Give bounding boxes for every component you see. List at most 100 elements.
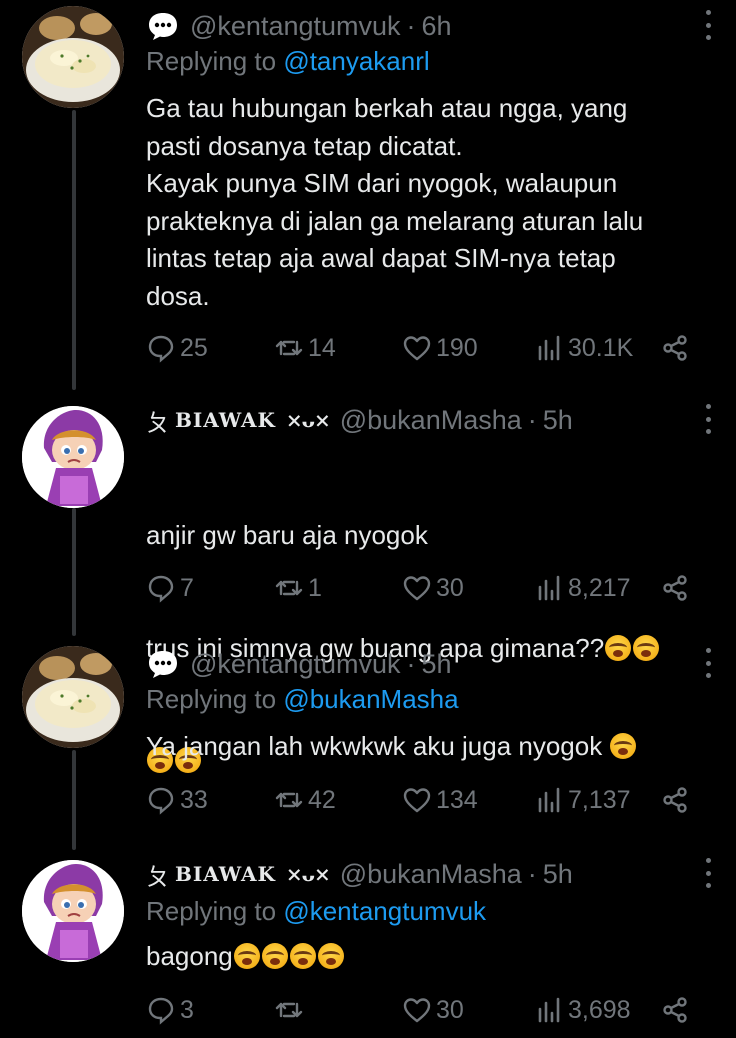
like-count: 30 bbox=[436, 995, 464, 1024]
tweet[interactable]: @kentangtumvuk · 6h Replying to @tanyaka… bbox=[0, 6, 736, 386]
tweet-header: ㄆ BIAWAK ×ᴗ× @bukanMasha · 5h bbox=[146, 854, 716, 894]
more-icon[interactable] bbox=[698, 404, 718, 434]
crying-emoji bbox=[317, 943, 344, 969]
replying-to: Replying to @bukanMasha bbox=[146, 684, 459, 715]
masha-avatar bbox=[22, 860, 124, 962]
action-bar: 7 1 30 8,217 bbox=[146, 568, 706, 608]
like-button[interactable]: 190 bbox=[402, 328, 478, 368]
share-button[interactable] bbox=[660, 780, 694, 820]
separator: · bbox=[406, 10, 416, 41]
tweet-text: bagong bbox=[146, 938, 716, 976]
reply-icon bbox=[148, 335, 174, 363]
share-button[interactable] bbox=[660, 568, 694, 608]
tweet-text: Ya jangan lah wkwkwk aku juga nyogok bbox=[146, 728, 716, 766]
separator: · bbox=[527, 404, 537, 435]
repost-count: 1 bbox=[308, 573, 322, 602]
views-count: 7,137 bbox=[568, 785, 631, 814]
more-icon[interactable] bbox=[698, 10, 718, 40]
more-icon[interactable] bbox=[698, 648, 718, 678]
action-bar: 25 14 190 30.1K bbox=[146, 328, 706, 368]
repost-button[interactable]: 14 bbox=[274, 328, 336, 368]
speech-bubble-icon bbox=[149, 651, 177, 678]
more-icon[interactable] bbox=[698, 858, 718, 888]
name-suffix-glyph: ×ᴗ× bbox=[285, 408, 331, 432]
heart-icon bbox=[403, 788, 431, 813]
share-button[interactable] bbox=[660, 990, 694, 1030]
timestamp[interactable]: 5h bbox=[422, 649, 452, 680]
views-button[interactable]: 30.1K bbox=[534, 328, 633, 368]
reply-count: 7 bbox=[180, 573, 194, 602]
views-button[interactable]: 3,698 bbox=[534, 990, 631, 1030]
name-prefix-glyph: ㄆ bbox=[146, 408, 171, 437]
mention-link[interactable]: @tanyakanrl bbox=[283, 46, 429, 76]
views-count: 3,698 bbox=[568, 995, 631, 1024]
avatar-kentangtumvuk[interactable] bbox=[22, 6, 124, 108]
separator: · bbox=[406, 648, 416, 679]
display-name[interactable]: ㄆ BIAWAK ×ᴗ× bbox=[146, 857, 331, 892]
crying-emoji bbox=[261, 943, 288, 969]
handle[interactable]: @kentangtumvuk bbox=[190, 11, 401, 42]
tweet-text-content: bagong bbox=[146, 941, 233, 971]
avatar-kentangtumvuk[interactable] bbox=[22, 646, 124, 748]
like-count: 134 bbox=[436, 785, 478, 814]
share-icon bbox=[663, 575, 687, 601]
tweet-header: @kentangtumvuk · 5h bbox=[146, 644, 716, 684]
views-count: 8,217 bbox=[568, 573, 631, 602]
action-bar: 3 30 3,698 bbox=[146, 990, 706, 1030]
heart-icon bbox=[403, 576, 431, 601]
like-button[interactable]: 30 bbox=[402, 568, 464, 608]
name-prefix-glyph: ㄆ bbox=[146, 862, 171, 891]
reply-icon bbox=[148, 997, 174, 1025]
repost-button[interactable]: 1 bbox=[274, 568, 322, 608]
timestamp[interactable]: 5h bbox=[543, 405, 573, 436]
tweet[interactable]: ㄆ BIAWAK ×ᴗ× @bukanMasha · 5h anjir gw b… bbox=[0, 400, 736, 773]
mention-link[interactable]: @kentangtumvuk bbox=[283, 896, 486, 926]
tweet[interactable]: ㄆ BIAWAK ×ᴗ× @bukanMasha · 5h Replying t… bbox=[0, 854, 736, 1034]
mashed-potato-avatar bbox=[22, 646, 124, 748]
avatar-bukanmasha[interactable] bbox=[22, 860, 124, 962]
mashed-potato-avatar bbox=[22, 6, 124, 108]
views-button[interactable]: 8,217 bbox=[534, 568, 631, 608]
reply-button[interactable]: 3 bbox=[146, 990, 194, 1030]
display-name[interactable]: ㄆ BIAWAK ×ᴗ× bbox=[146, 403, 331, 438]
reply-button[interactable]: 33 bbox=[146, 780, 208, 820]
avatar-bukanmasha[interactable] bbox=[22, 406, 124, 508]
timestamp[interactable]: 6h bbox=[422, 11, 452, 42]
crying-emoji bbox=[289, 943, 316, 969]
mention-link[interactable]: @bukanMasha bbox=[283, 684, 458, 714]
tweet-header: @kentangtumvuk · 6h bbox=[146, 6, 716, 46]
masha-avatar bbox=[22, 406, 124, 508]
handle[interactable]: @kentangtumvuk bbox=[190, 649, 401, 680]
reply-button[interactable]: 7 bbox=[146, 568, 194, 608]
repost-button[interactable] bbox=[274, 990, 308, 1030]
reply-count: 3 bbox=[180, 995, 194, 1024]
share-button[interactable] bbox=[660, 328, 694, 368]
like-button[interactable]: 134 bbox=[402, 780, 478, 820]
replying-to-label: Replying to bbox=[146, 896, 284, 926]
display-name-text: BIAWAK bbox=[175, 862, 276, 886]
reply-icon bbox=[148, 787, 174, 815]
tweet-text: Ga tau hubungan berkah atau ngga, yang p… bbox=[146, 93, 644, 311]
share-icon bbox=[663, 997, 687, 1023]
like-count: 190 bbox=[436, 333, 478, 362]
reply-button[interactable]: 25 bbox=[146, 328, 208, 368]
like-button[interactable]: 30 bbox=[402, 990, 464, 1030]
repost-icon bbox=[275, 580, 303, 596]
replying-to-label: Replying to bbox=[146, 46, 284, 76]
reply-count: 25 bbox=[180, 333, 208, 362]
reply-icon bbox=[148, 575, 174, 603]
views-icon bbox=[538, 575, 560, 601]
repost-button[interactable]: 42 bbox=[274, 780, 336, 820]
handle[interactable]: @bukanMasha bbox=[340, 405, 522, 436]
separator: · bbox=[527, 858, 537, 889]
handle[interactable]: @bukanMasha bbox=[340, 859, 522, 890]
views-button[interactable]: 7,137 bbox=[534, 780, 631, 820]
tweet[interactable]: @kentangtumvuk · 5h Replying to @bukanMa… bbox=[0, 644, 736, 824]
views-count: 30.1K bbox=[568, 333, 634, 362]
speech-bubble-icon bbox=[149, 13, 177, 40]
views-icon bbox=[538, 787, 560, 813]
repost-count: 14 bbox=[308, 333, 336, 362]
replying-to: Replying to @tanyakanrl bbox=[146, 46, 430, 77]
timestamp[interactable]: 5h bbox=[543, 859, 573, 890]
tweet-header: ㄆ BIAWAK ×ᴗ× @bukanMasha · 5h bbox=[146, 400, 716, 440]
